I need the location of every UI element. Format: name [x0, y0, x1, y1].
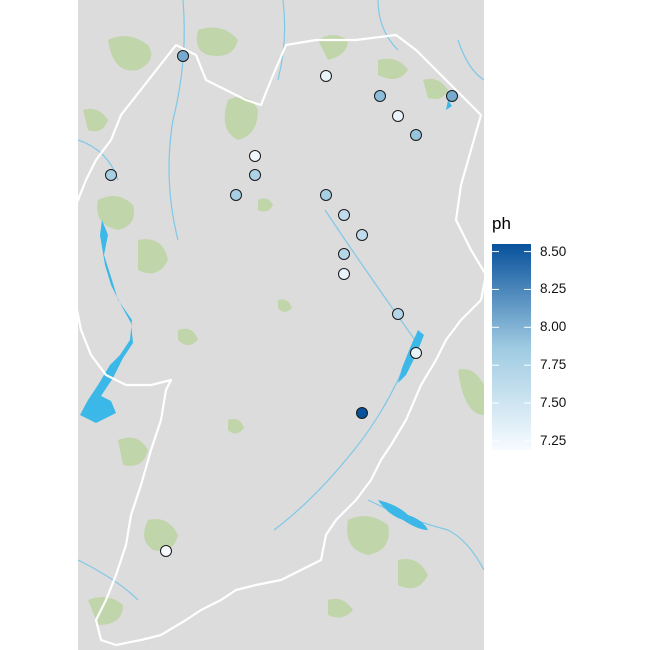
legend-tick-label: 8.25: [540, 281, 567, 297]
legend-title: ph: [492, 214, 511, 233]
sampling-point[interactable]: [410, 129, 422, 141]
legend-tick-label: 7.25: [540, 432, 567, 448]
vegetation-patches: [83, 27, 484, 625]
sampling-point[interactable]: [105, 169, 117, 181]
legend-tick-label: 8.00: [540, 319, 567, 335]
sampling-point[interactable]: [338, 209, 350, 221]
legend-tick-label: 7.50: [540, 395, 567, 411]
sampling-point[interactable]: [392, 110, 404, 122]
legend: ph 8.50 8.25 8.00 7.75 7.50 7.25: [492, 214, 572, 450]
sampling-point[interactable]: [230, 189, 242, 201]
legend-colorbar: [492, 244, 531, 450]
sampling-point[interactable]: [356, 229, 368, 241]
map-panel[interactable]: [78, 0, 484, 650]
legend-tick-label: 7.75: [540, 357, 567, 373]
legend-tick-label: 8.50: [540, 243, 567, 259]
sampling-point[interactable]: [392, 308, 404, 320]
sampling-point[interactable]: [356, 407, 368, 419]
map-canvas[interactable]: [78, 0, 484, 650]
sampling-point[interactable]: [320, 70, 332, 82]
sampling-point[interactable]: [160, 545, 172, 557]
sampling-point[interactable]: [177, 50, 189, 62]
sampling-point[interactable]: [374, 90, 386, 102]
sampling-point[interactable]: [249, 150, 261, 162]
sampling-point[interactable]: [338, 248, 350, 260]
sampling-point[interactable]: [320, 189, 332, 201]
sampling-point[interactable]: [338, 268, 350, 280]
catchment-boundary: [78, 33, 484, 647]
sampling-point[interactable]: [446, 90, 458, 102]
sampling-point[interactable]: [410, 347, 422, 359]
sampling-point[interactable]: [249, 169, 261, 181]
